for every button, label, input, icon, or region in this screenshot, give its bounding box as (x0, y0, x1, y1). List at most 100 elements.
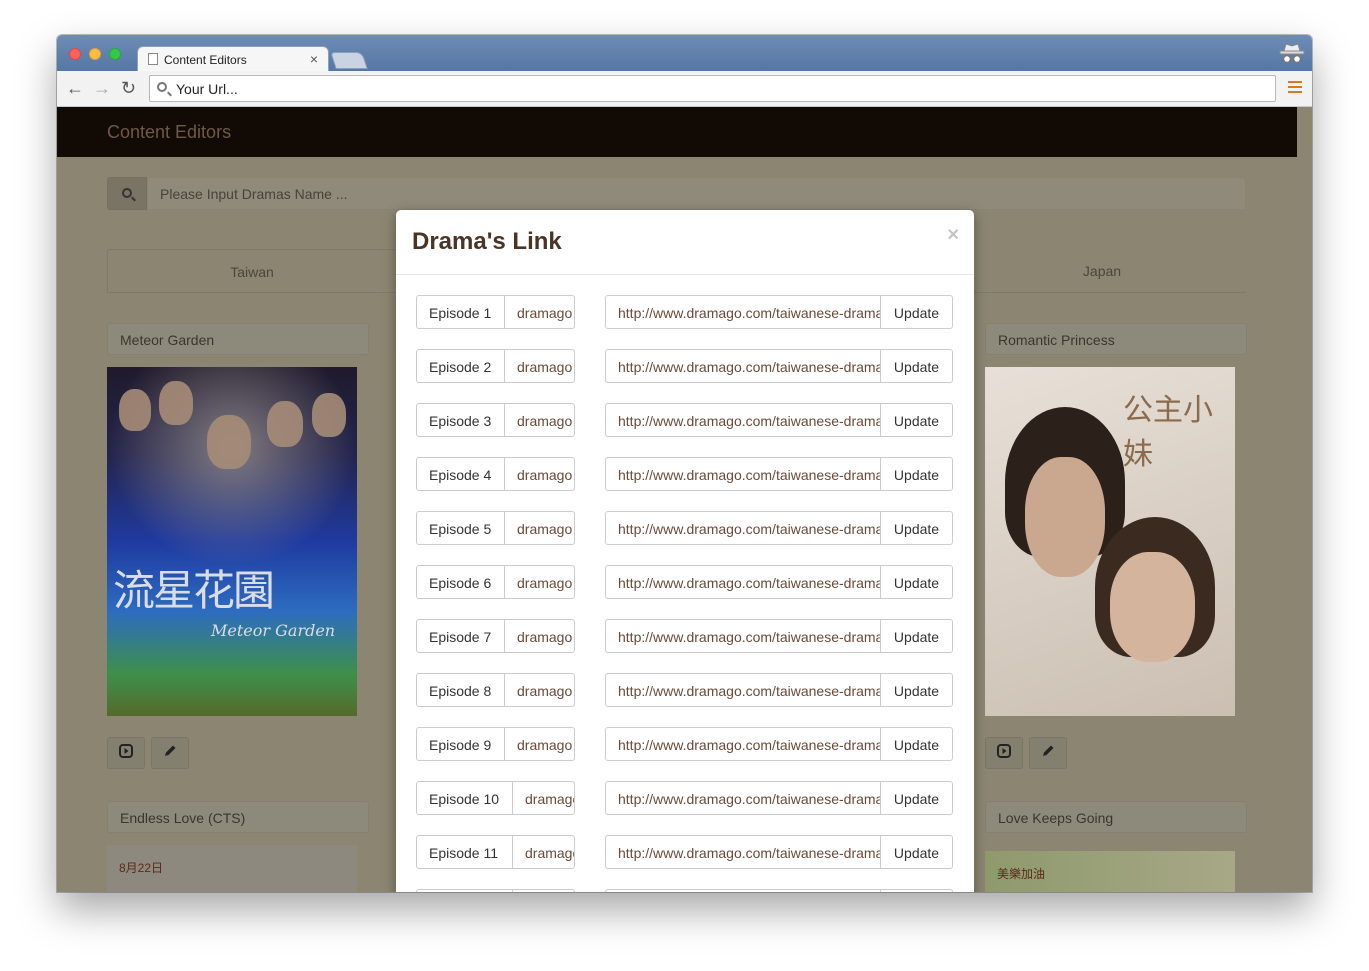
episode-row: Episode 12dramago http://www.dramago.com/… (416, 889, 953, 892)
title-bar: Content Editors × (57, 35, 1312, 72)
episode-source-input[interactable]: dramago (505, 511, 575, 545)
update-button[interactable]: Update (880, 835, 953, 869)
tab-japan[interactable]: Japan (957, 249, 1247, 293)
update-button[interactable]: Update (880, 403, 953, 437)
episode-source-input[interactable]: dramago (513, 781, 575, 815)
episode-url-input[interactable]: http://www.dramago.com/taiwanese-drama (605, 565, 881, 599)
reload-icon[interactable]: ↻ (121, 78, 136, 99)
drama-poster[interactable]: 流星花園 Meteor Garden (107, 367, 357, 716)
drama-card-title: Meteor Garden (107, 323, 369, 355)
drama-card-title: Love Keeps Going (985, 801, 1247, 833)
zoom-window-button[interactable] (109, 48, 121, 60)
forward-arrow-icon[interactable]: → (93, 78, 111, 99)
edit-button[interactable] (1029, 737, 1067, 769)
episode-url-input[interactable]: http://www.dramago.com/taiwanese-drama (605, 295, 881, 329)
episode-source-input[interactable]: dramago (505, 403, 575, 437)
episode-source-input[interactable]: dramago (513, 889, 575, 892)
search-addon (107, 177, 147, 210)
incognito-icon (1279, 43, 1305, 64)
page-icon (148, 53, 158, 65)
episode-row: Episode 2 dramago http://www.dramago.com/t… (416, 349, 953, 383)
tab-title: Content Editors (164, 53, 247, 67)
play-button[interactable] (985, 737, 1023, 769)
episode-source-input[interactable]: dramago (505, 727, 575, 761)
update-button[interactable]: Update (880, 511, 953, 545)
browser-tab[interactable]: Content Editors × (137, 46, 329, 72)
back-arrow-icon[interactable]: ← (66, 78, 84, 99)
episode-source-input[interactable]: dramago (513, 835, 575, 869)
site-title[interactable]: Content Editors (107, 122, 231, 143)
episode-url-input[interactable]: http://www.dramago.com/taiwanese-drama (605, 889, 881, 892)
update-button[interactable]: Update (880, 619, 953, 653)
update-button[interactable]: Update (880, 673, 953, 707)
poster-text: 美樂加油 (997, 867, 1046, 881)
close-window-button[interactable] (69, 48, 81, 60)
search-icon (157, 82, 167, 92)
page-content: Content Editors Please Input Dramas Name… (57, 107, 1312, 892)
episode-row: Episode 1 dramago http://www.dramago.com/t… (416, 295, 953, 329)
episode-label: Episode 10 (416, 781, 513, 815)
menu-icon[interactable] (1288, 81, 1302, 95)
browser-window: Content Editors × ← → ↻ Your Url... Cont… (57, 35, 1312, 892)
update-button[interactable]: Update (880, 889, 953, 892)
poster-subtitle: Meteor Garden (211, 621, 336, 640)
new-tab-button[interactable] (330, 52, 368, 69)
episode-row: Episode 5 dramago http://www.dramago.com/t… (416, 511, 953, 545)
episode-label: Episode 9 (416, 727, 505, 761)
episode-source-input[interactable]: dramago (505, 349, 575, 383)
search-icon (122, 188, 132, 198)
episode-url-input[interactable]: http://www.dramago.com/taiwanese-drama (605, 727, 881, 761)
update-button[interactable]: Update (880, 457, 953, 491)
poster-text: 8月22日 (119, 861, 164, 875)
episode-source-input[interactable]: dramago (505, 457, 575, 491)
drama-poster[interactable]: 公主小妹 (985, 367, 1235, 716)
episode-url-input[interactable]: http://www.dramago.com/taiwanese-drama (605, 511, 881, 545)
episode-url-input[interactable]: http://www.dramago.com/taiwanese-drama (605, 349, 881, 383)
tab-taiwan[interactable]: Taiwan (107, 249, 397, 293)
drama-poster[interactable]: 8月22日 (107, 845, 357, 892)
episode-label: Episode 12 (416, 889, 513, 892)
play-button[interactable] (107, 737, 145, 769)
episode-source-input[interactable]: dramago (505, 673, 575, 707)
pencil-icon (1043, 745, 1054, 756)
episode-row: Episode 8 dramago http://www.dramago.com/t… (416, 673, 953, 707)
episode-url-input[interactable]: http://www.dramago.com/taiwanese-drama (605, 619, 881, 653)
update-button[interactable]: Update (880, 349, 953, 383)
drama-search-input[interactable]: Please Input Dramas Name ... (147, 177, 1246, 210)
address-bar[interactable]: Your Url... (149, 75, 1276, 102)
episode-label: Episode 4 (416, 457, 505, 491)
minimize-window-button[interactable] (89, 48, 101, 60)
episode-source-input[interactable]: dramago (505, 295, 575, 329)
play-icon (997, 744, 1011, 758)
close-icon[interactable]: × (947, 224, 959, 247)
tab-close-icon[interactable]: × (310, 51, 318, 67)
drama-poster[interactable]: 美樂加油 (985, 851, 1235, 892)
edit-button[interactable] (151, 737, 189, 769)
episode-url-input[interactable]: http://www.dramago.com/taiwanese-drama (605, 835, 881, 869)
episode-label: Episode 11 (416, 835, 513, 869)
episode-row: Episode 7 dramago http://www.dramago.com/t… (416, 619, 953, 653)
drama-link-modal: Drama's Link × Episode 1 dramago http://ww… (396, 210, 974, 892)
episode-url-input[interactable]: http://www.dramago.com/taiwanese-drama (605, 673, 881, 707)
episode-source-input[interactable]: dramago (505, 619, 575, 653)
drama-card-title: Romantic Princess (985, 323, 1247, 355)
episode-url-input[interactable]: http://www.dramago.com/taiwanese-drama (605, 403, 881, 437)
episode-row: Episode 3 dramago http://www.dramago.com/t… (416, 403, 953, 437)
episode-label: Episode 8 (416, 673, 505, 707)
episode-url-input[interactable]: http://www.dramago.com/taiwanese-drama (605, 457, 881, 491)
update-button[interactable]: Update (880, 295, 953, 329)
update-button[interactable]: Update (880, 781, 953, 815)
episode-label: Episode 3 (416, 403, 505, 437)
episode-label: Episode 1 (416, 295, 505, 329)
browser-toolbar: ← → ↻ Your Url... (57, 71, 1312, 107)
drama-card-title: Endless Love (CTS) (107, 801, 369, 833)
update-button[interactable]: Update (880, 727, 953, 761)
modal-header: Drama's Link × (396, 210, 974, 275)
episode-url-input[interactable]: http://www.dramago.com/taiwanese-drama (605, 781, 881, 815)
episode-label: Episode 7 (416, 619, 505, 653)
episode-source-input[interactable]: dramago (505, 565, 575, 599)
episode-row: Episode 4 dramago http://www.dramago.com/t… (416, 457, 953, 491)
update-button[interactable]: Update (880, 565, 953, 599)
poster-logo-text: 公主小妹 (1123, 393, 1213, 472)
search-group: Please Input Dramas Name ... (107, 177, 1246, 210)
